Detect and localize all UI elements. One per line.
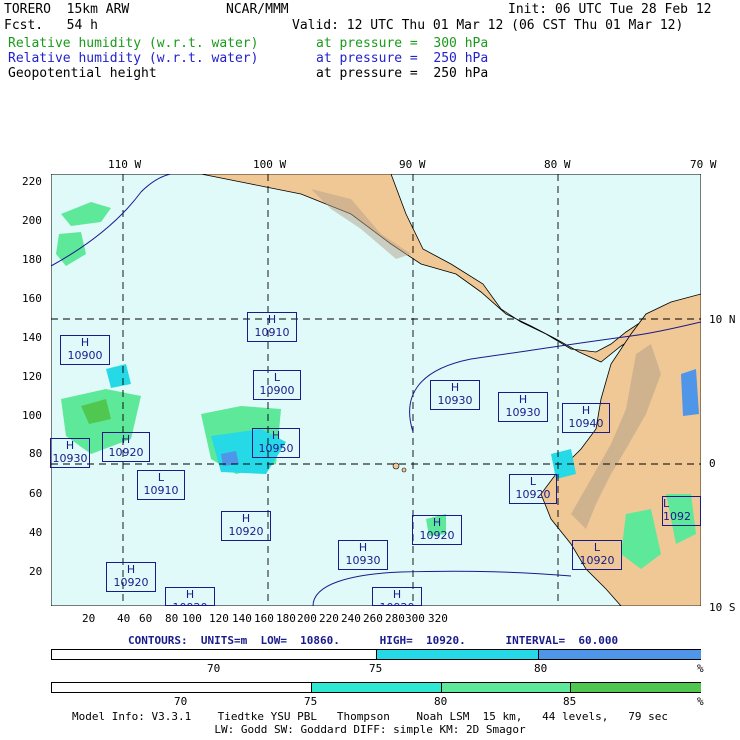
pressure-center: H10920 [102,432,150,462]
colorbar-segment [311,683,442,692]
y-tick: 20 [29,565,43,578]
pressure-center: H 10900 [60,335,110,365]
field-2-name: Relative humidity (w.r.t. water) [8,51,259,66]
y-tick: 160 [22,292,42,305]
lon-label-80w: 80 W [544,158,571,171]
pressure-center: H 10930 [50,438,90,468]
y-tick: 40 [29,526,43,539]
pressure-center: L 10920 [509,474,557,504]
colorbar-rh250 [51,649,701,660]
pressure-center: L 10920 [572,540,622,570]
cbar300-tick: 85 [563,695,577,708]
x-tick: 300 [405,612,425,625]
colorbar-segment [570,683,701,692]
pressure-center: H 10930 [430,380,480,410]
contours-info: CONTOURS: UNITS=m LOW= 10860. HIGH= 1092… [128,634,619,647]
rh250-patch [681,369,699,416]
cbar300-tick: 75 [304,695,318,708]
colorbar-segment [538,650,701,659]
x-tick: 160 [254,612,274,625]
y-tick: 180 [22,253,42,266]
pressure-center: L 10910 [137,470,185,500]
x-tick: 220 [319,612,339,625]
colorbar-segment [376,650,539,659]
field-1-level: at pressure = 300 hPa [316,36,489,51]
colorbar-segment [440,683,572,692]
x-tick: 280 [385,612,405,625]
cbar250-tick: 80 [534,662,548,675]
pressure-center: H 10950 [252,428,300,458]
x-tick: 260 [363,612,383,625]
colorbar-segment [52,650,376,659]
model-title: TORERO 15km ARW [4,2,130,17]
cbar250-tick: 70 [207,662,221,675]
pressure-center: H 10930 [498,392,548,422]
x-tick: 320 [428,612,448,625]
org-label: NCAR/MMM [226,2,289,17]
lon-label-70w: 70 W [690,158,717,171]
field-1-name: Relative humidity (w.r.t. water) [8,36,259,51]
field-3-level: at pressure = 250 hPa [316,66,489,81]
lon-label-110w: 110 W [108,158,142,171]
pressure-center: H10920 [165,587,215,606]
lat-label-0: 0 [709,457,716,470]
x-tick: 60 [139,612,153,625]
y-tick: 80 [29,447,43,460]
pressure-center: L 10900 [253,370,301,400]
x-tick: 140 [232,612,252,625]
y-tick: 220 [22,175,42,188]
pressure-center: H 10910 [247,312,297,342]
forecast-hour: Fcst. 54 h [4,18,98,33]
x-tick: 80 [165,612,179,625]
pressure-center: H10920 [106,562,156,592]
galapagos-island [401,467,407,473]
lat-label-10n: 10 N [709,313,736,326]
field-3-name: Geopotential height [8,66,157,81]
pressure-center: H10920 [221,511,271,541]
colorbar-segment [52,683,312,692]
lon-label-90w: 90 W [399,158,426,171]
x-tick: 40 [117,612,131,625]
y-tick: 100 [22,409,42,422]
x-tick: 200 [297,612,317,625]
lon-label-100w: 100 W [253,158,287,171]
cbar250-unit: % [697,662,704,675]
pressure-center: H 10930 [338,540,388,570]
pressure-center: L 1092 [662,496,701,526]
y-tick: 120 [22,370,42,383]
colorbar-rh300 [51,682,701,693]
x-tick: 20 [82,612,96,625]
valid-time: Valid: 12 UTC Thu 01 Mar 12 (06 CST Thu … [292,18,684,33]
cbar300-tick: 80 [434,695,448,708]
x-tick: 120 [209,612,229,625]
y-tick: 140 [22,331,42,344]
field-2-level: at pressure = 250 hPa [316,51,489,66]
model-info-line2: LW: Godd SW: Goddard DIFF: simple KM: 2D… [214,723,526,736]
cbar300-unit: % [697,695,704,708]
model-info-line1: Model Info: V3.3.1 Tiedtke YSU PBL Thomp… [71,710,669,723]
y-tick: 200 [22,214,42,227]
cbar250-tick: 75 [369,662,383,675]
pressure-center: H10920 [412,515,462,545]
pressure-center: H10920 [372,587,422,606]
y-tick: 60 [29,487,43,500]
pressure-center: H 10940 [562,403,610,433]
x-tick: 100 [182,612,202,625]
lat-label-10s: 10 S [709,601,736,614]
x-tick: 240 [341,612,361,625]
cbar300-tick: 70 [174,695,188,708]
x-tick: 180 [276,612,296,625]
init-time: Init: 06 UTC Tue 28 Feb 12 [508,2,712,17]
